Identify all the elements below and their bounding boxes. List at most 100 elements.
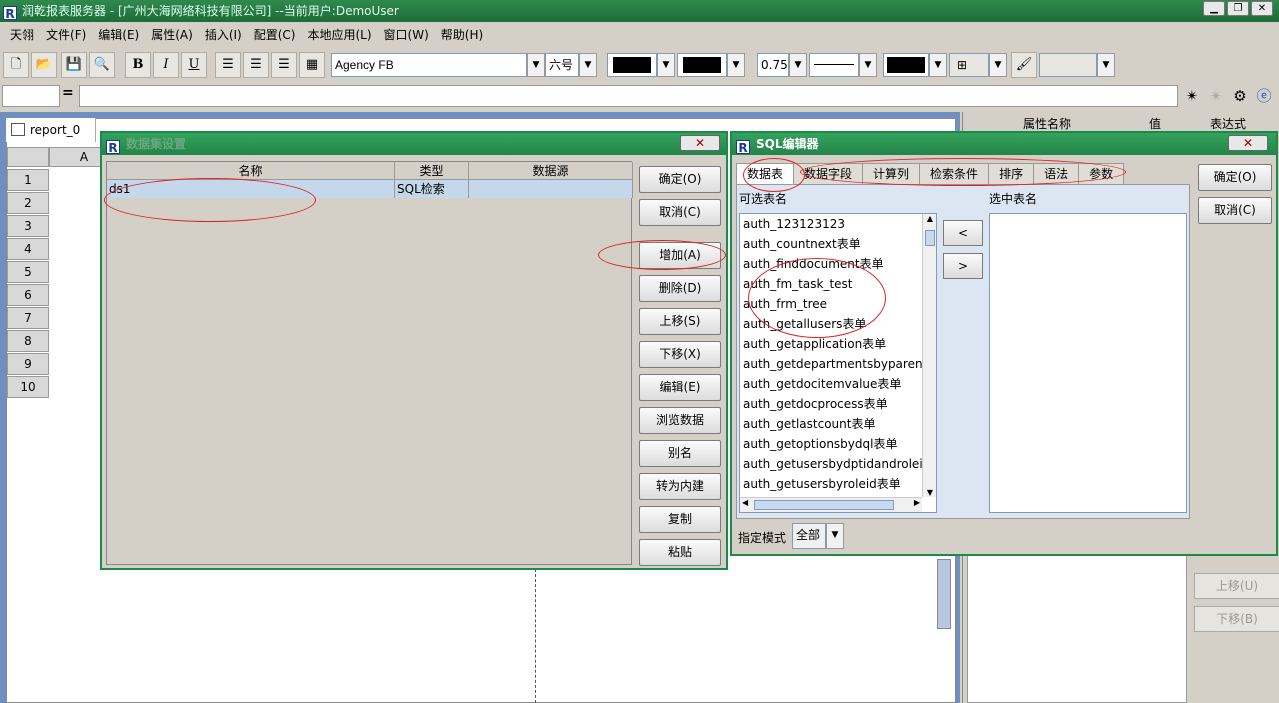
- table-row[interactable]: ds1 SQL检索: [107, 180, 633, 198]
- list-item[interactable]: auth_getusersbydptidandroleid表单: [740, 454, 936, 474]
- menu-help[interactable]: 帮助(H): [435, 26, 489, 43]
- row-header[interactable]: 4: [7, 238, 49, 260]
- line-style-dropdown-icon[interactable]: ▼: [859, 53, 877, 77]
- menu-tianling[interactable]: 天翎: [4, 26, 40, 43]
- line-width-dropdown-icon[interactable]: ▼: [789, 53, 807, 77]
- row-header[interactable]: 7: [7, 307, 49, 329]
- font-size-dropdown-icon[interactable]: ▼: [579, 53, 597, 77]
- sql-ok-button[interactable]: 确定(O): [1198, 164, 1272, 191]
- zoom-dropdown-icon[interactable]: ▼: [1097, 53, 1115, 77]
- list-item[interactable]: auth_getlastcount表单: [740, 414, 936, 434]
- font-size-select[interactable]: 六号: [545, 53, 579, 77]
- close-icon[interactable]: ✕: [1251, 1, 1273, 16]
- mode-dropdown-icon[interactable]: ▼: [826, 523, 844, 549]
- close-icon[interactable]: ✕: [1228, 135, 1268, 151]
- align-right-icon[interactable]: ☰: [271, 52, 297, 78]
- save-icon[interactable]: 💾: [61, 52, 87, 78]
- row-header[interactable]: 2: [7, 192, 49, 214]
- fill-color-dropdown-icon[interactable]: ▼: [727, 53, 745, 77]
- browse-data-button[interactable]: 浏览数据: [639, 407, 721, 434]
- close-icon[interactable]: ✕: [680, 135, 720, 151]
- cancel-button[interactable]: 取消(C): [639, 199, 721, 226]
- list-item[interactable]: auth_frm_tree: [740, 294, 936, 314]
- list-item[interactable]: auth_countnext表单: [740, 234, 936, 254]
- menu-window[interactable]: 窗口(W): [378, 26, 435, 43]
- row-header[interactable]: 8: [7, 330, 49, 352]
- move-right-button[interactable]: >: [943, 253, 983, 279]
- italic-button[interactable]: I: [153, 52, 179, 78]
- fill-color-select[interactable]: [677, 53, 727, 77]
- cell-reference-input[interactable]: [2, 85, 60, 107]
- menu-edit[interactable]: 编辑(E): [92, 26, 145, 43]
- underline-button[interactable]: U: [181, 52, 207, 78]
- tab-conditions[interactable]: 检索条件: [919, 163, 990, 185]
- row-header[interactable]: 1: [7, 169, 49, 191]
- tab-sort[interactable]: 排序: [988, 163, 1035, 185]
- row-header[interactable]: 3: [7, 215, 49, 237]
- report-tab[interactable]: report_0: [6, 118, 96, 142]
- row-header[interactable]: 9: [7, 353, 49, 375]
- move-down-button[interactable]: 下移(X): [639, 341, 721, 368]
- menu-file[interactable]: 文件(F): [40, 26, 92, 43]
- tab-fields[interactable]: 数据字段: [793, 163, 864, 185]
- tab-parameters[interactable]: 参数: [1078, 163, 1125, 185]
- menu-local-app[interactable]: 本地应用(L): [301, 26, 377, 43]
- font-family-select[interactable]: Agency FB: [331, 53, 527, 77]
- list-item[interactable]: auth_fm_task_test: [740, 274, 936, 294]
- zoom-select[interactable]: [1039, 53, 1097, 77]
- align-left-icon[interactable]: ☰: [215, 52, 241, 78]
- vertical-scrollbar[interactable]: [937, 559, 951, 629]
- mode-select[interactable]: 全部: [792, 523, 826, 549]
- list-item[interactable]: auth_getoptionsbydql表单: [740, 434, 936, 454]
- menu-properties[interactable]: 属性(A): [145, 26, 199, 43]
- menu-config[interactable]: 配置(C): [248, 26, 302, 43]
- ok-button[interactable]: 确定(O): [639, 166, 721, 193]
- move-up-button[interactable]: 上移(U): [1194, 573, 1279, 599]
- list-item[interactable]: auth_getallusers表单: [740, 314, 936, 334]
- alias-button[interactable]: 别名: [639, 440, 721, 467]
- add-button[interactable]: 增加(A): [639, 242, 721, 269]
- border-color-dropdown-icon[interactable]: ▼: [929, 53, 947, 77]
- border-dropdown-icon[interactable]: ▼: [989, 53, 1007, 77]
- tab-syntax[interactable]: 语法: [1033, 163, 1080, 185]
- border-style-select[interactable]: ⊞: [949, 53, 989, 77]
- browser-icon[interactable]: ⓔ: [1253, 85, 1275, 107]
- move-down-button[interactable]: 下移(B): [1194, 606, 1279, 632]
- formula-input[interactable]: [79, 85, 1178, 107]
- list-vertical-scrollbar[interactable]: ▲ ▼: [922, 214, 936, 497]
- list-item[interactable]: auth_getdocitemvalue表单: [740, 374, 936, 394]
- text-color-dropdown-icon[interactable]: ▼: [657, 53, 675, 77]
- selected-tables-list[interactable]: [989, 213, 1187, 513]
- list-item[interactable]: auth_getdocprocess表单: [740, 394, 936, 414]
- font-family-dropdown-icon[interactable]: ▼: [527, 53, 545, 77]
- list-item[interactable]: auth_123123123: [740, 214, 936, 234]
- convert-builtin-button[interactable]: 转为内建: [639, 473, 721, 500]
- move-up-button[interactable]: 上移(S): [639, 308, 721, 335]
- line-width-select[interactable]: 0.75: [757, 53, 789, 77]
- align-center-icon[interactable]: ☰: [243, 52, 269, 78]
- paste-button[interactable]: 粘贴: [639, 539, 721, 566]
- new-file-icon[interactable]: 🗋: [3, 52, 29, 78]
- line-style-select[interactable]: [809, 53, 859, 77]
- sql-cancel-button[interactable]: 取消(C): [1198, 197, 1272, 224]
- edit-button[interactable]: 编辑(E): [639, 374, 721, 401]
- wizard-icon[interactable]: ✴: [1181, 85, 1203, 107]
- list-item[interactable]: auth_getapplication表单: [740, 334, 936, 354]
- format-brush-icon[interactable]: 🖌: [1011, 52, 1037, 78]
- minimize-icon[interactable]: ▁: [1203, 1, 1225, 16]
- row-header[interactable]: 5: [7, 261, 49, 283]
- text-color-select[interactable]: [607, 53, 657, 77]
- row-header[interactable]: 6: [7, 284, 49, 306]
- tool-icon[interactable]: ✴: [1205, 85, 1227, 107]
- list-item[interactable]: auth_getdepartmentsbyparent表单: [740, 354, 936, 374]
- list-item[interactable]: auth_finddocument表单: [740, 254, 936, 274]
- menu-insert[interactable]: 插入(I): [199, 26, 248, 43]
- table-format-icon[interactable]: ▦: [299, 52, 325, 78]
- delete-button[interactable]: 删除(D): [639, 275, 721, 302]
- available-tables-list[interactable]: auth_123123123 auth_countnext表单 auth_fin…: [739, 213, 937, 513]
- copy-button[interactable]: 复制: [639, 506, 721, 533]
- border-color-select[interactable]: [883, 53, 929, 77]
- plugin-icon[interactable]: ⚙: [1229, 85, 1251, 107]
- tab-computed-columns[interactable]: 计算列: [862, 163, 921, 185]
- list-horizontal-scrollbar[interactable]: ◀ ▶: [740, 497, 922, 512]
